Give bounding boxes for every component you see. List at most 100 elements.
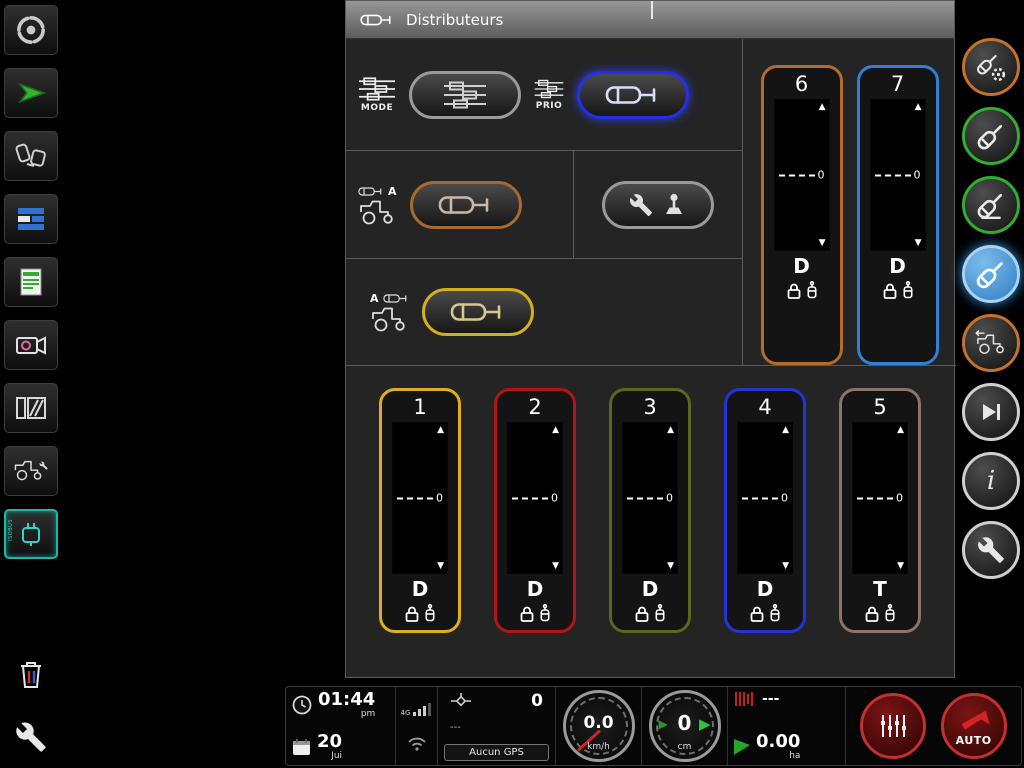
hydraulic-cylinder-icon <box>360 12 394 28</box>
valve-number: 4 <box>758 394 771 420</box>
valve-7-card[interactable]: 7 ▲ 0 ▼ D <box>857 65 939 365</box>
hydraulics-quick-button[interactable] <box>860 693 926 759</box>
flag-icon <box>734 739 750 755</box>
hydraulic-cylinder-icon <box>450 301 506 323</box>
zero-line: 0 <box>857 493 903 504</box>
mode-cylinder-button[interactable] <box>577 71 689 119</box>
valve-setup-button[interactable] <box>602 181 714 229</box>
page-title: Distributeurs <box>406 11 503 29</box>
valve-mode-label: D <box>793 253 810 279</box>
auto-label: AUTO <box>944 734 1004 747</box>
zero-line: 0 <box>397 493 443 504</box>
float-cylinder-icon <box>903 281 913 299</box>
float-cylinder-icon <box>655 604 665 622</box>
cylinder-icon <box>975 120 1007 152</box>
valve-gauge: ▲ 0 ▼ <box>622 422 678 574</box>
tractor-wrench-icon <box>13 457 49 485</box>
valve-status-icons <box>883 281 913 299</box>
valve-3-card[interactable]: 3 ▲ 0 ▼ D <box>609 388 691 633</box>
up-arrow-icon: ▲ <box>782 425 789 435</box>
report-button[interactable] <box>4 257 58 307</box>
terminal-screen: ISOBUS <box>0 0 1024 768</box>
aux-front-cylinder-button[interactable] <box>410 181 522 229</box>
brand-logo-button[interactable] <box>4 5 58 55</box>
valve-mode-label: D <box>889 253 906 279</box>
down-arrow-icon: ▼ <box>437 561 444 571</box>
wrench-icon <box>15 721 47 753</box>
distributors-button[interactable] <box>962 245 1020 303</box>
skip-next-icon <box>978 399 1004 425</box>
gps-panel[interactable]: 0 --- Aucun GPS <box>438 687 556 765</box>
mode-distributors-button[interactable] <box>409 71 521 119</box>
guidance-button[interactable] <box>4 68 58 118</box>
down-arrow-icon: ▼ <box>667 561 674 571</box>
hydraulic-timing-button[interactable] <box>962 107 1020 165</box>
valve-gauge: ▲ 0 ▼ <box>774 99 830 251</box>
info-button[interactable]: i <box>962 452 1020 510</box>
dash-line <box>742 497 778 499</box>
valve-number: 3 <box>643 394 656 420</box>
area-value: 0.00 <box>756 733 800 751</box>
speedometer[interactable]: 0.0 km/h <box>563 690 635 762</box>
area-panel[interactable]: --- 0.00 ha <box>728 687 846 765</box>
tractor-arrow-icon <box>973 328 1009 358</box>
date-stack: 20 Jui <box>317 733 342 761</box>
aux-front-section: A <box>346 151 574 259</box>
dash-line <box>857 497 893 499</box>
remote-devices-icon <box>15 141 47 171</box>
layout-button[interactable] <box>4 194 58 244</box>
distributors-panel: Distributeurs MODE <box>345 0 955 678</box>
valve-number: 7 <box>891 71 904 97</box>
valve-1-card[interactable]: 1 ▲ 0 ▼ D <box>379 388 461 633</box>
valve-6-card[interactable]: 6 ▲ 0 ▼ D <box>761 65 843 365</box>
valve-settings-button[interactable] <box>962 38 1020 96</box>
month-label: Jui <box>331 752 342 761</box>
aux-a-label: A <box>388 185 397 198</box>
right-sidebar: i <box>958 0 1024 768</box>
devices-button[interactable] <box>4 131 58 181</box>
camera-button[interactable] <box>4 320 58 370</box>
hydraulic-flow-button[interactable] <box>962 176 1020 234</box>
valve-number: 5 <box>873 394 886 420</box>
valve-status-icons <box>635 604 665 622</box>
next-page-button[interactable] <box>962 383 1020 441</box>
aux-rear-cylinder-button[interactable] <box>422 288 534 336</box>
distributor-stack-icon <box>443 81 487 109</box>
valve-number: 1 <box>413 394 426 420</box>
tractor-icon <box>370 306 410 332</box>
valve-gauge: ▲ 0 ▼ <box>507 422 563 574</box>
trash-button[interactable] <box>4 649 58 699</box>
network-panel[interactable]: 4G <box>396 687 438 765</box>
datetime-panel[interactable]: 01:44 pm 20 Jui <box>286 687 396 765</box>
report-document-icon <box>18 267 44 297</box>
valve-4-card[interactable]: 4 ▲ 0 ▼ D <box>724 388 806 633</box>
counters-button[interactable] <box>4 383 58 433</box>
cylinder-underline-icon <box>975 189 1007 221</box>
valve-2-card[interactable]: 2 ▲ 0 ▼ D <box>494 388 576 633</box>
area-counter-icon <box>15 395 47 421</box>
valve-5-card[interactable]: 5 ▲ 0 ▼ T <box>839 388 921 633</box>
float-cylinder-icon <box>885 604 895 622</box>
tools-section <box>574 151 743 259</box>
isobus-button[interactable]: ISOBUS <box>4 509 58 559</box>
auto-button[interactable]: AUTO <box>941 693 1007 759</box>
valve-mode-label: D <box>757 576 774 602</box>
wrench-icon <box>977 536 1005 564</box>
down-arrow-icon: ▼ <box>552 561 559 571</box>
machine-settings-button[interactable] <box>4 446 58 496</box>
isobus-plug-icon <box>18 520 44 548</box>
settings-button[interactable] <box>962 521 1020 579</box>
zero-label: 0 <box>896 493 903 504</box>
wifi-icon <box>407 736 427 751</box>
layout-bars-icon <box>16 206 46 232</box>
dash-line <box>779 174 815 176</box>
time-value: 01:44 <box>318 691 375 709</box>
calendar-icon <box>292 738 311 756</box>
valve-status-icons <box>750 604 780 622</box>
float-cylinder-icon <box>425 604 435 622</box>
service-wrench-button[interactable] <box>4 712 58 762</box>
day-value: 20 <box>317 733 342 751</box>
rear-hitch-button[interactable] <box>962 314 1020 372</box>
offset-gauge[interactable]: ▶ 0 ▶ cm <box>649 690 721 762</box>
satellite-row: 0 <box>444 691 549 711</box>
